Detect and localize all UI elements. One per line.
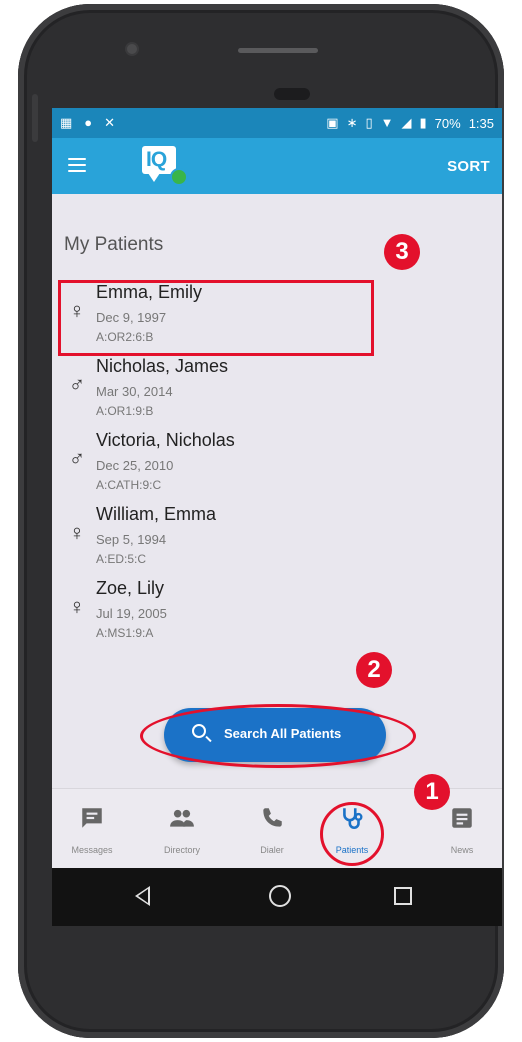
patient-row[interactable]: ♂ Nicholas, James Mar 30, 2014 A:OR1:9:B — [52, 354, 502, 428]
app-bar: IQ SORT — [52, 138, 502, 194]
nav-directory[interactable]: Directory — [142, 789, 222, 868]
annotation-ellipse — [140, 704, 416, 768]
male-icon: ♂ — [68, 446, 86, 471]
signal-icon: ◢ — [401, 115, 412, 130]
page-title: My Patients — [64, 234, 164, 255]
back-icon[interactable] — [135, 886, 150, 906]
patient-row[interactable]: ♀ William, Emma Sep 5, 1994 A:ED:5:C — [52, 502, 502, 576]
menu-icon[interactable] — [68, 158, 86, 172]
battery-percent: 70% — [434, 115, 461, 131]
patient-name: William, Emma — [96, 504, 216, 524]
annotation-highlight-box — [58, 280, 374, 356]
recent-apps-icon[interactable] — [394, 887, 412, 905]
nav-label: News — [450, 845, 474, 855]
phone-icon — [263, 808, 282, 827]
home-icon[interactable] — [269, 885, 291, 907]
nav-label: Messages — [71, 845, 113, 855]
people-icon — [170, 809, 194, 827]
nav-messages[interactable]: Messages — [52, 789, 132, 868]
side-button — [32, 94, 38, 142]
patient-row[interactable]: ♂ Victoria, Nicholas Dec 25, 2010 A:CATH… — [52, 428, 502, 502]
patient-row[interactable]: ♀ Zoe, Lily Jul 19, 2005 A:MS1:9:A — [52, 576, 502, 650]
nav-label: Directory — [163, 845, 200, 855]
sim-icon: ▦ — [60, 115, 73, 130]
vibrate-icon: ▯ — [365, 115, 373, 130]
nav-dialer[interactable]: Dialer — [232, 789, 312, 868]
earpiece-speaker — [274, 88, 310, 100]
patient-name: Victoria, Nicholas — [96, 430, 235, 450]
patient-name: Nicholas, James — [96, 356, 229, 376]
missed-call-icon: ✕ — [104, 115, 116, 130]
battery-icon: ▮ — [419, 115, 427, 130]
patient-name: Zoe, Lily — [96, 578, 165, 598]
top-slot — [238, 48, 318, 53]
patient-dob: Sep 5, 1994 — [96, 532, 167, 547]
patient-location: A:MS1:9:A — [96, 626, 154, 640]
app-logo: IQ — [142, 146, 188, 186]
patient-dob: Dec 25, 2010 — [96, 458, 174, 473]
android-icon: ● — [84, 115, 93, 130]
patient-location: A:CATH:9:C — [96, 478, 162, 492]
annotation-circle — [320, 802, 384, 866]
front-camera — [127, 44, 137, 54]
presence-dot — [170, 168, 188, 186]
system-nav-bar — [52, 868, 502, 926]
clock: 1:35 — [468, 115, 494, 131]
female-icon: ♀ — [68, 594, 86, 619]
female-icon: ♀ — [68, 520, 86, 545]
patient-location: A:OR1:9:B — [96, 404, 154, 418]
sort-button[interactable]: SORT — [447, 158, 490, 175]
message-icon — [82, 808, 102, 828]
status-bar: ▦ ● ✕ ▣ ∗ ▯ ▼ ◢ ▮ 70% 1:35 — [52, 108, 502, 138]
male-icon: ♂ — [68, 372, 86, 397]
wifi-icon: ▼ — [380, 115, 394, 130]
app-screen: ▦ ● ✕ ▣ ∗ ▯ ▼ ◢ ▮ 70% 1:35 IQ SORT My Pa… — [52, 108, 502, 868]
annotation-badge-3: 3 — [384, 234, 420, 270]
patient-dob: Mar 30, 2014 — [96, 384, 173, 399]
annotation-badge-1: 1 — [414, 774, 450, 810]
nav-label: Dialer — [260, 845, 284, 855]
bluetooth-icon: ∗ — [346, 115, 358, 130]
patient-dob: Jul 19, 2005 — [96, 606, 167, 621]
news-icon — [452, 808, 472, 828]
logo-text: IQ — [146, 148, 167, 171]
nfc-icon: ▣ — [326, 115, 339, 130]
annotation-badge-2: 2 — [356, 652, 392, 688]
patient-location: A:ED:5:C — [96, 552, 147, 566]
